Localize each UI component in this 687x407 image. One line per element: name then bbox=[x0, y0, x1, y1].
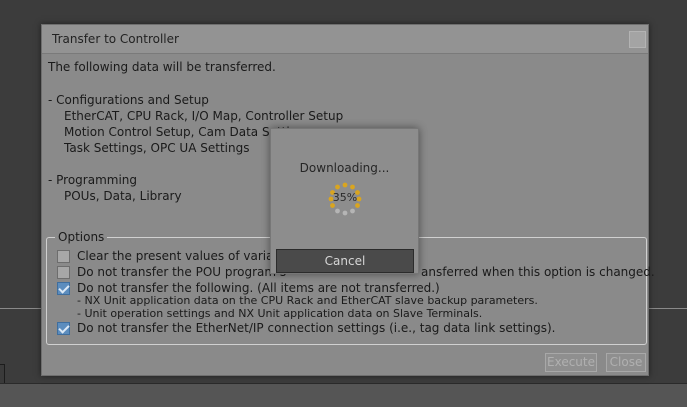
option-subline: - Unit operation settings and NX Unit ap… bbox=[77, 307, 483, 320]
option-label: Clear the present values of variable bbox=[77, 249, 292, 263]
background-status-strip bbox=[0, 383, 687, 407]
progress-percent: 35% bbox=[332, 191, 358, 204]
section-heading: - Programming bbox=[48, 173, 138, 187]
checkbox-checked[interactable] bbox=[57, 322, 70, 335]
background-divider-left bbox=[0, 308, 41, 309]
checkbox-checked[interactable] bbox=[57, 282, 70, 295]
close-button[interactable]: Close bbox=[606, 353, 646, 372]
section-heading: - Configurations and Setup bbox=[48, 93, 209, 107]
section-programming: - Programming POUs, Data, Library bbox=[48, 172, 182, 204]
option-label-tail: ansferred when this option is changed. bbox=[421, 265, 655, 279]
close-window-button[interactable] bbox=[629, 31, 646, 48]
checkbox[interactable] bbox=[57, 250, 70, 263]
progress-message: Downloading... bbox=[299, 161, 390, 175]
intro-text: The following data will be transferred. bbox=[48, 60, 276, 74]
section-item: EtherCAT, CPU Rack, I/O Map, Controller … bbox=[64, 109, 344, 123]
dialog-title-bar: Transfer to Controller bbox=[42, 25, 648, 54]
option-label: Do not transfer the POU program s bbox=[77, 265, 287, 279]
options-legend: Options bbox=[55, 230, 108, 244]
cancel-button[interactable]: Cancel bbox=[276, 249, 414, 273]
execute-button[interactable]: Execute bbox=[545, 353, 597, 372]
checkbox[interactable] bbox=[57, 266, 70, 279]
option-label: Do not transfer the EtherNet/IP connecti… bbox=[77, 321, 556, 335]
option-subline: - NX Unit application data on the CPU Ra… bbox=[77, 294, 538, 307]
download-progress-dialog: Downloading... 35% Cancel bbox=[270, 128, 419, 274]
background-divider-right bbox=[649, 308, 687, 309]
loading-spinner-icon: 35% bbox=[325, 179, 365, 219]
dialog-title: Transfer to Controller bbox=[52, 32, 179, 46]
section-item: POUs, Data, Library bbox=[64, 189, 182, 203]
option-label: Do not transfer the following. (All item… bbox=[77, 281, 440, 295]
